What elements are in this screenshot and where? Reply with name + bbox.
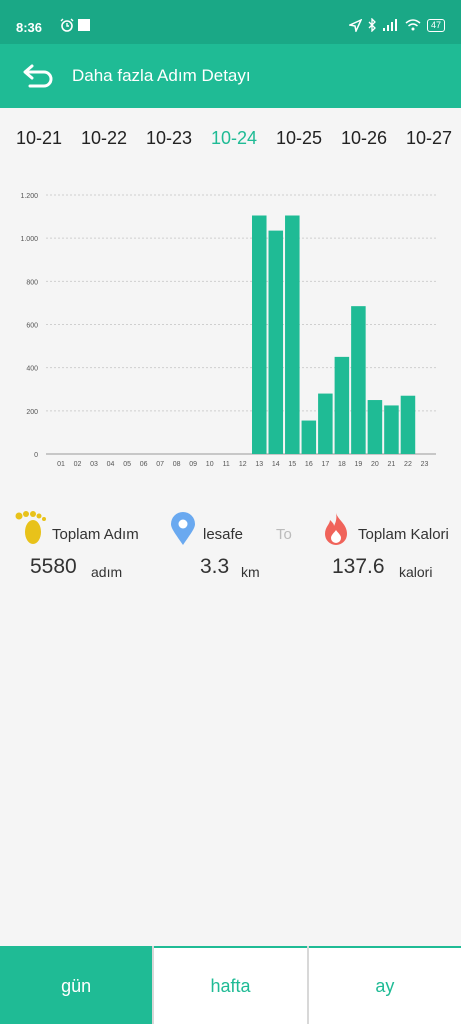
x-tick-label: 19 xyxy=(354,461,362,468)
date-item[interactable]: 10-21 xyxy=(16,128,62,149)
x-tick-label: 11 xyxy=(223,461,230,468)
bar-19 xyxy=(351,306,366,454)
steps-label: Toplam Adım xyxy=(52,526,139,543)
x-tick-label: 15 xyxy=(288,461,296,468)
calories-label: Toplam Kalori xyxy=(358,526,449,543)
date-item[interactable]: 10-26 xyxy=(341,128,387,149)
y-tick-label: 400 xyxy=(26,366,38,373)
bar-22 xyxy=(400,395,416,454)
date-item[interactable]: 10-27 xyxy=(406,128,452,149)
footprint-icon xyxy=(15,511,46,544)
y-tick-label: 600 xyxy=(26,323,38,330)
steps-unit: adım xyxy=(91,564,123,580)
signal-icon xyxy=(382,19,397,31)
distance-value: 3.3 xyxy=(200,555,230,578)
x-tick-label: 10 xyxy=(206,461,214,468)
x-tick-label: 01 xyxy=(57,461,65,468)
x-tick-label: 18 xyxy=(338,461,346,468)
battery-icon: 47 xyxy=(426,18,445,32)
bar-18 xyxy=(334,356,350,454)
y-tick-label: 1.200 xyxy=(20,193,38,200)
calories-unit: kalori xyxy=(399,564,433,580)
tab-day[interactable]: gün xyxy=(0,946,153,1024)
x-tick-label: 09 xyxy=(189,461,197,468)
steps-value: 5580 xyxy=(30,555,77,578)
x-tick-label: 13 xyxy=(255,461,263,468)
distance-label-overflow: To xyxy=(276,526,292,543)
notification-square-icon xyxy=(78,19,90,31)
x-tick-label: 22 xyxy=(404,461,412,468)
app-bar: Daha fazla Adım Detayı xyxy=(0,44,461,108)
y-tick-label: 800 xyxy=(26,279,38,286)
y-tick-label: 1.000 xyxy=(20,236,38,243)
back-arrow-icon[interactable] xyxy=(22,62,56,90)
x-tick-label: 17 xyxy=(321,461,329,468)
date-item[interactable]: 10-25 xyxy=(276,128,322,149)
x-tick-label: 05 xyxy=(123,461,131,468)
x-tick-label: 08 xyxy=(173,461,181,468)
tab-week[interactable]: hafta xyxy=(154,946,307,1024)
x-tick-label: 20 xyxy=(371,461,379,468)
x-tick-label: 16 xyxy=(305,461,313,468)
x-tick-label: 14 xyxy=(272,461,280,468)
date-item[interactable]: 10-22 xyxy=(81,128,127,149)
alarm-icon xyxy=(60,18,74,32)
bar-17 xyxy=(318,393,333,454)
hourly-steps-chart: 0 200 400 600 800 1.000 1.200 01 02 03 04 05 06 07 08 0… xyxy=(20,193,436,468)
x-tick-label: 07 xyxy=(156,461,164,468)
tab-month[interactable]: ay xyxy=(308,946,461,1024)
bluetooth-icon xyxy=(368,18,376,32)
distance-unit: km xyxy=(241,564,260,580)
status-time: 8:36 xyxy=(16,20,43,35)
y-tick-label: 200 xyxy=(26,409,38,416)
stats-row: Toplam Adım 5580 adım lesafe To 3.3 km T… xyxy=(0,510,461,590)
calories-value: 137.6 xyxy=(332,555,385,578)
date-selector: 10-21 10-22 10-23 10-24 10-25 10-26 10-2… xyxy=(0,128,461,152)
status-left-icons xyxy=(42,18,90,32)
location-pin-icon xyxy=(171,512,195,545)
bar-16 xyxy=(301,420,317,454)
bar-15 xyxy=(285,215,300,454)
x-tick-label: 23 xyxy=(421,461,429,468)
distance-label: lesafe xyxy=(203,526,244,543)
y-tick-label: 0 xyxy=(34,452,38,459)
bar-14 xyxy=(268,230,284,454)
x-tick-label: 02 xyxy=(74,461,82,468)
bar-13 xyxy=(252,215,267,454)
x-tick-label: 03 xyxy=(90,461,98,468)
x-tick-label: 06 xyxy=(140,461,148,468)
status-right-icons: 47 xyxy=(348,18,445,32)
flame-icon xyxy=(325,513,347,545)
page-title: Daha fazla Adım Detayı xyxy=(72,66,251,85)
period-tab-bar: gün hafta ay xyxy=(0,946,461,1024)
bar-21 xyxy=(384,405,399,454)
bar-20 xyxy=(367,400,383,454)
x-tick-label: 21 xyxy=(388,461,396,468)
date-item[interactable]: 10-23 xyxy=(146,128,192,149)
date-item-selected[interactable]: 10-24 xyxy=(211,128,257,149)
x-tick-label: 04 xyxy=(107,461,115,468)
status-bar: 8:36 47 xyxy=(0,0,461,44)
x-tick-label: 12 xyxy=(239,461,247,468)
location-icon xyxy=(348,18,362,32)
wifi-icon xyxy=(405,19,421,31)
